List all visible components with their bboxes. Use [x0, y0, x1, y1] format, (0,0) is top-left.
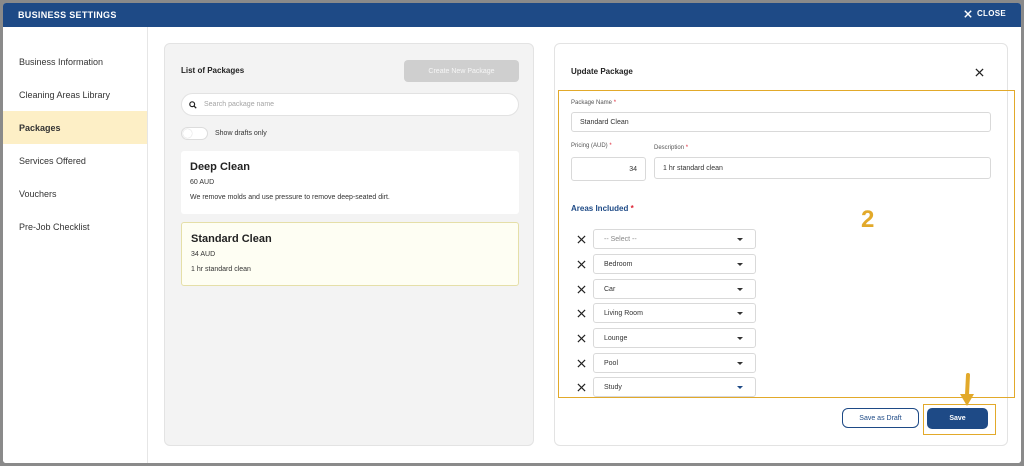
close-icon [964, 9, 972, 18]
sidebar-item-services-offered[interactable]: Services Offered [3, 144, 147, 177]
business-settings-modal: BUSINESS SETTINGS CLOSE Business Informa… [3, 3, 1021, 463]
modal-title: BUSINESS SETTINGS [18, 10, 117, 20]
form-highlight-box [558, 90, 1015, 398]
sidebar-item-business-information[interactable]: Business Information [3, 45, 147, 78]
step-number-label: 2 [861, 206, 875, 233]
drafts-toggle[interactable] [181, 127, 208, 140]
packages-list-panel: List of Packages Create New Package Sear… [164, 43, 534, 446]
close-panel-icon[interactable] [975, 68, 984, 77]
package-name: Standard Clean [191, 233, 272, 245]
modal-header: BUSINESS SETTINGS CLOSE [3, 3, 1021, 27]
create-package-button[interactable]: Create New Package [404, 60, 519, 82]
package-name: Deep Clean [190, 161, 250, 173]
sidebar-item-packages[interactable]: Packages [3, 111, 147, 144]
drafts-toggle-label: Show drafts only [215, 130, 267, 137]
settings-sidebar: Business Information Cleaning Areas Libr… [3, 27, 148, 463]
package-price: 60 AUD [190, 179, 215, 186]
save-button[interactable]: Save [927, 408, 988, 429]
drafts-toggle-row: Show drafts only [181, 127, 267, 140]
package-card-standard-clean[interactable]: Standard Clean 34 AUD 1 hr standard clea… [181, 222, 519, 286]
packages-list-title: List of Packages [181, 66, 245, 75]
package-description: We remove molds and use pressure to remo… [190, 194, 390, 201]
update-package-title: Update Package [571, 67, 633, 76]
package-card-deep-clean[interactable]: Deep Clean 60 AUD We remove molds and us… [181, 151, 519, 214]
sidebar-item-vouchers[interactable]: Vouchers [3, 177, 147, 210]
close-label: CLOSE [976, 9, 1006, 18]
save-as-draft-button[interactable]: Save as Draft [842, 408, 919, 428]
close-button[interactable]: CLOSE [964, 9, 1006, 18]
search-placeholder: Search package name [204, 101, 275, 108]
sidebar-item-cleaning-areas-library[interactable]: Cleaning Areas Library [3, 78, 147, 111]
package-description: 1 hr standard clean [191, 266, 251, 273]
search-input[interactable]: Search package name [181, 93, 519, 116]
sidebar-item-pre-job-checklist[interactable]: Pre-Job Checklist [3, 210, 147, 243]
package-price: 34 AUD [191, 251, 216, 258]
search-icon [189, 100, 197, 109]
